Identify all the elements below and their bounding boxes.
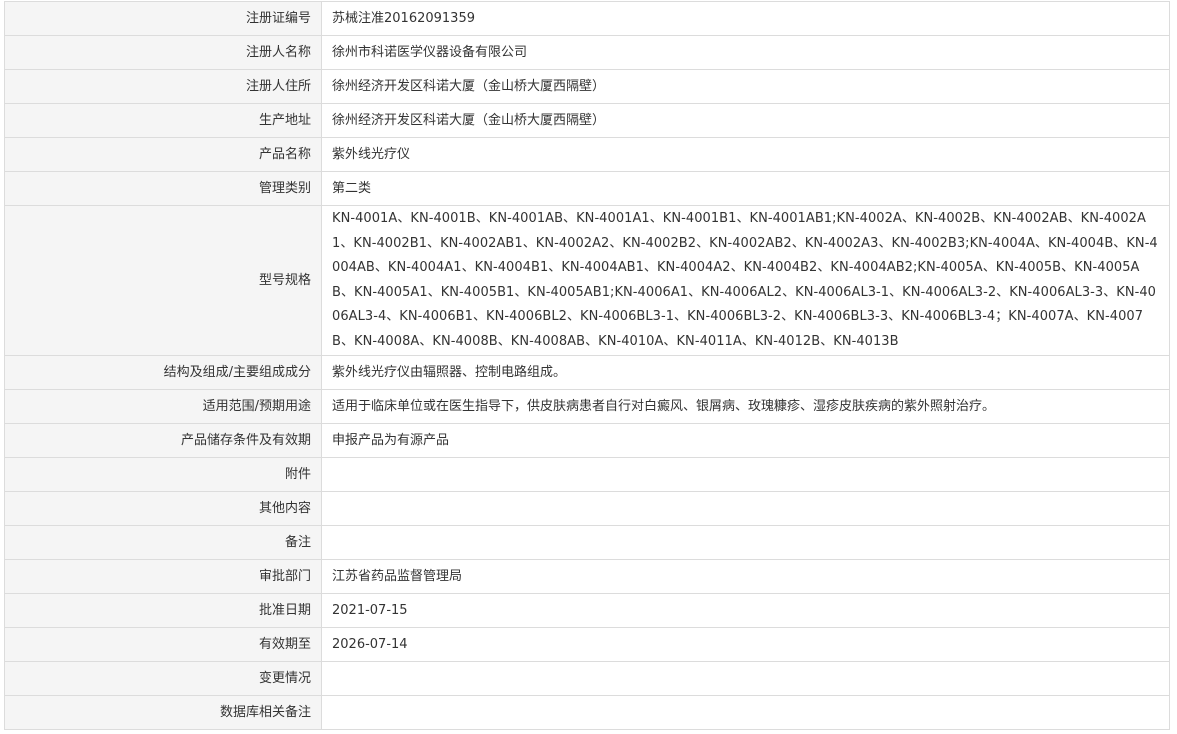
field-value: 徐州经济开发区科诺大厦（金山桥大厦西隔壁） — [321, 69, 1170, 104]
field-value — [321, 525, 1170, 560]
field-label: 适用范围/预期用途 — [4, 389, 322, 424]
row-other-content: 其他内容 — [4, 491, 1170, 526]
row-attachments: 附件 — [4, 457, 1170, 492]
field-label: 注册人名称 — [4, 35, 322, 70]
row-registration-number: 注册证编号 苏械注准20162091359 — [4, 1, 1170, 36]
field-label: 数据库相关备注 — [4, 695, 322, 730]
field-value: 江苏省药品监督管理局 — [321, 559, 1170, 594]
row-storage-validity: 产品储存条件及有效期 申报产品为有源产品 — [4, 423, 1170, 458]
field-value: 苏械注准20162091359 — [321, 1, 1170, 36]
field-value: 紫外线光疗仪 — [321, 137, 1170, 172]
row-remarks: 备注 — [4, 525, 1170, 560]
row-database-remarks: 数据库相关备注 — [4, 695, 1170, 730]
field-value: 申报产品为有源产品 — [321, 423, 1170, 458]
row-management-category: 管理类别 第二类 — [4, 171, 1170, 206]
field-label: 有效期至 — [4, 627, 322, 662]
field-value: 2021-07-15 — [321, 593, 1170, 628]
field-label: 结构及组成/主要组成成分 — [4, 355, 322, 390]
registration-detail-table: 注册证编号 苏械注准20162091359 注册人名称 徐州市科诺医学仪器设备有… — [4, 1, 1170, 730]
field-label: 型号规格 — [4, 205, 322, 356]
field-value: 2026-07-14 — [321, 627, 1170, 662]
field-label: 批准日期 — [4, 593, 322, 628]
field-label: 注册人住所 — [4, 69, 322, 104]
row-production-address: 生产地址 徐州经济开发区科诺大厦（金山桥大厦西隔壁） — [4, 103, 1170, 138]
row-approval-date: 批准日期 2021-07-15 — [4, 593, 1170, 628]
field-value: 徐州经济开发区科诺大厦（金山桥大厦西隔壁） — [321, 103, 1170, 138]
row-valid-until: 有效期至 2026-07-14 — [4, 627, 1170, 662]
field-label: 生产地址 — [4, 103, 322, 138]
field-value — [321, 695, 1170, 730]
row-registrant-name: 注册人名称 徐州市科诺医学仪器设备有限公司 — [4, 35, 1170, 70]
field-value: 紫外线光疗仪由辐照器、控制电路组成。 — [321, 355, 1170, 390]
field-value: 适用于临床单位或在医生指导下，供皮肤病患者自行对白癜风、银屑病、玫瑰糠疹、湿疹皮… — [321, 389, 1170, 424]
row-product-name: 产品名称 紫外线光疗仪 — [4, 137, 1170, 172]
row-model-specification: 型号规格 KN-4001A、KN-4001B、KN-4001AB、KN-4001… — [4, 205, 1170, 356]
row-registrant-address: 注册人住所 徐州经济开发区科诺大厦（金山桥大厦西隔壁） — [4, 69, 1170, 104]
row-change-status: 变更情况 — [4, 661, 1170, 696]
field-label: 审批部门 — [4, 559, 322, 594]
field-label: 其他内容 — [4, 491, 322, 526]
field-value: KN-4001A、KN-4001B、KN-4001AB、KN-4001A1、KN… — [321, 205, 1170, 356]
field-label: 产品储存条件及有效期 — [4, 423, 322, 458]
field-value: 徐州市科诺医学仪器设备有限公司 — [321, 35, 1170, 70]
field-value — [321, 457, 1170, 492]
row-approval-department: 审批部门 江苏省药品监督管理局 — [4, 559, 1170, 594]
field-label: 注册证编号 — [4, 1, 322, 36]
row-intended-use: 适用范围/预期用途 适用于临床单位或在医生指导下，供皮肤病患者自行对白癜风、银屑… — [4, 389, 1170, 424]
field-value: 第二类 — [321, 171, 1170, 206]
field-label: 产品名称 — [4, 137, 322, 172]
field-value — [321, 491, 1170, 526]
row-structure-composition: 结构及组成/主要组成成分 紫外线光疗仪由辐照器、控制电路组成。 — [4, 355, 1170, 390]
field-label: 备注 — [4, 525, 322, 560]
field-value — [321, 661, 1170, 696]
field-label: 附件 — [4, 457, 322, 492]
field-label: 管理类别 — [4, 171, 322, 206]
field-label: 变更情况 — [4, 661, 322, 696]
